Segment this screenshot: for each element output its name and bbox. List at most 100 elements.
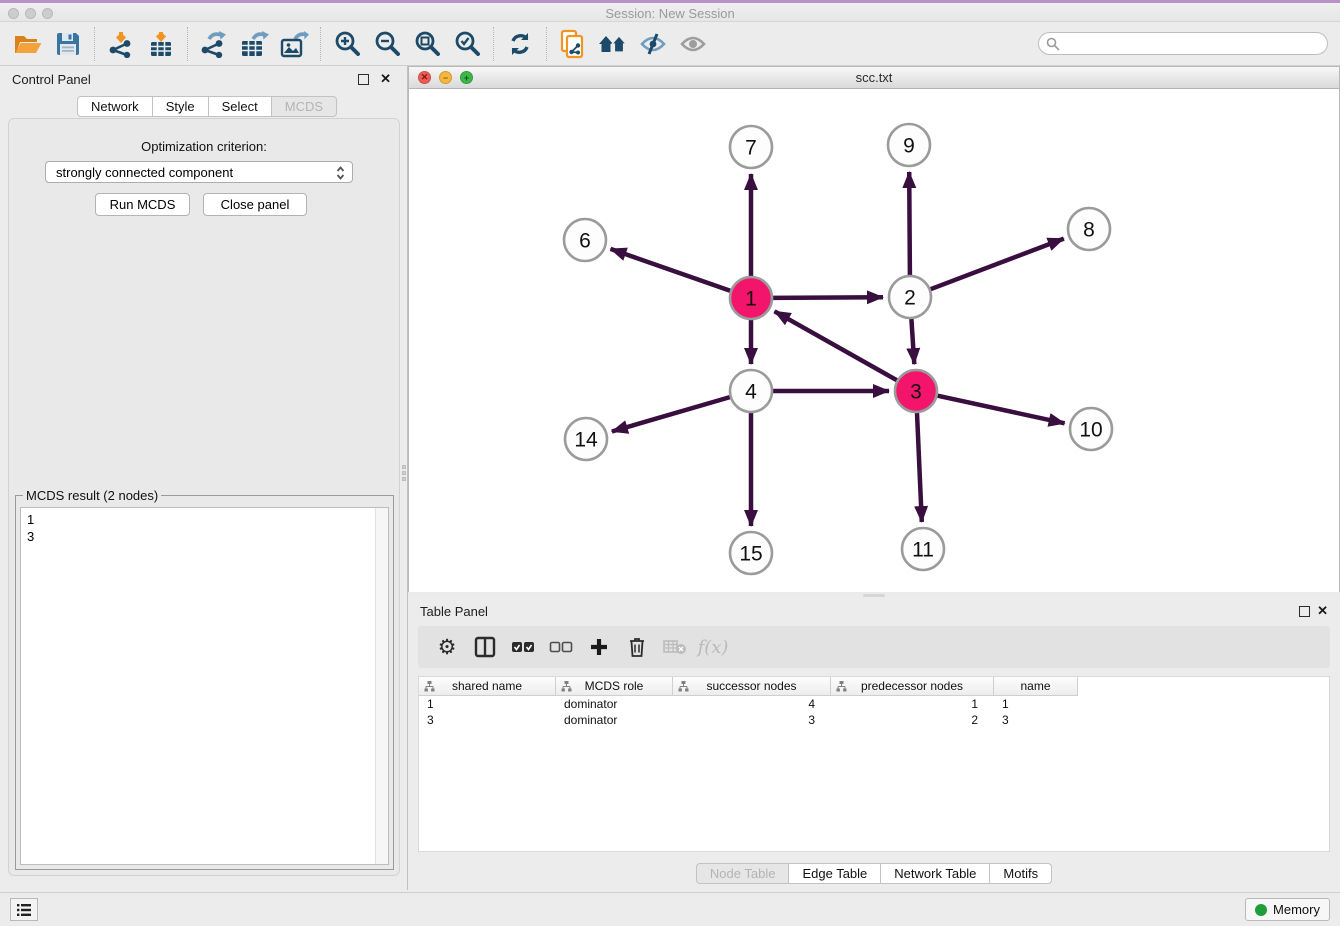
column-header-shared-name[interactable]: shared name <box>419 677 556 696</box>
toolbar-separator <box>546 27 547 61</box>
hide-selected-button[interactable] <box>633 26 673 62</box>
graph-edge-3-10[interactable] <box>938 396 1065 424</box>
zoom-in-button[interactable] <box>327 26 367 62</box>
unselect-all-columns-button[interactable] <box>544 630 578 664</box>
table-settings-button[interactable]: ⚙ <box>430 630 464 664</box>
graph-node-2[interactable]: 2 <box>889 276 931 318</box>
graph-node-4[interactable]: 4 <box>730 370 772 412</box>
import-network-button[interactable] <box>101 26 141 62</box>
graph-edge-3-11[interactable] <box>917 413 922 522</box>
refresh-icon <box>506 30 534 58</box>
table-toolbar: ⚙ <box>418 626 1330 668</box>
checked-boxes-icon <box>511 639 535 655</box>
control-panel-float-button[interactable] <box>358 74 369 85</box>
zoom-selected-button[interactable] <box>447 26 487 62</box>
graph-node-3[interactable]: 3 <box>895 370 937 412</box>
status-bar: Memory <box>0 892 1340 926</box>
export-table-button[interactable] <box>234 26 274 62</box>
control-panel-close-button[interactable]: ✕ <box>380 71 391 87</box>
table-cell[interactable]: 2 <box>831 712 994 728</box>
column-header-successor-nodes[interactable]: successor nodes <box>673 677 831 696</box>
table-row[interactable]: 1dominator411 <box>419 696 1329 712</box>
toolbar-separator <box>94 27 95 61</box>
vertical-splitter-handle[interactable] <box>400 460 408 486</box>
delete-table-icon <box>663 638 687 656</box>
select-all-columns-button[interactable] <box>506 630 540 664</box>
run-mcds-button[interactable]: Run MCDS <box>95 193 190 216</box>
graph-edge-2-3[interactable] <box>911 319 914 364</box>
close-panel-button[interactable]: Close panel <box>203 193 307 216</box>
column-header-name[interactable]: name <box>994 677 1078 696</box>
table-cell[interactable]: 1 <box>831 696 994 712</box>
graph-edge-3-1[interactable] <box>775 311 897 380</box>
tab-select[interactable]: Select <box>209 96 272 117</box>
graph-node-10[interactable]: 10 <box>1070 408 1112 450</box>
mcds-result-list[interactable]: 1 3 <box>20 507 389 865</box>
table-cell[interactable]: dominator <box>556 712 673 728</box>
task-history-button[interactable] <box>10 898 38 921</box>
tab-edge-table[interactable]: Edge Table <box>789 863 881 884</box>
graph-node-15[interactable]: 15 <box>730 532 772 574</box>
tab-network[interactable]: Network <box>77 96 153 117</box>
svg-text:11: 11 <box>912 539 934 562</box>
tab-style[interactable]: Style <box>153 96 209 117</box>
graph-node-8[interactable]: 8 <box>1068 208 1110 250</box>
table-panel-float-button[interactable] <box>1299 606 1310 617</box>
graph-node-7[interactable]: 7 <box>730 126 772 168</box>
table-cell[interactable]: 1 <box>994 696 1078 712</box>
svg-text:15: 15 <box>739 543 762 566</box>
tab-mcds[interactable]: MCDS <box>272 96 337 117</box>
refresh-view-button[interactable] <box>500 26 540 62</box>
zoom-fit-button[interactable] <box>407 26 447 62</box>
graph-edge-4-14[interactable] <box>612 397 730 431</box>
table-cell[interactable]: 3 <box>419 712 556 728</box>
delete-columns-button[interactable] <box>620 630 654 664</box>
result-scrollbar[interactable] <box>375 508 388 864</box>
search-input[interactable] <box>1065 36 1315 51</box>
graph-node-11[interactable]: 11 <box>902 528 944 570</box>
function-icon: f(x) <box>698 637 729 658</box>
export-image-button[interactable] <box>274 26 314 62</box>
table-panel-header: Table Panel ✕ <box>408 598 1340 624</box>
tab-motifs[interactable]: Motifs <box>990 863 1052 884</box>
network-canvas[interactable]: 7 9 6 8 1 2 4 3 14 10 15 11 <box>409 89 1339 592</box>
toolbar-separator <box>187 27 188 61</box>
main-toolbar <box>0 22 1340 66</box>
save-session-button[interactable] <box>48 26 88 62</box>
show-all-button[interactable] <box>673 26 713 62</box>
import-table-button[interactable] <box>141 26 181 62</box>
create-column-button[interactable] <box>582 630 616 664</box>
optimization-criterion-select[interactable]: strongly connected component <box>45 161 353 183</box>
table-cell[interactable]: dominator <box>556 696 673 712</box>
svg-text:2: 2 <box>904 287 916 310</box>
table-cell[interactable]: 1 <box>419 696 556 712</box>
table-cell[interactable]: 4 <box>673 696 831 712</box>
graph-edge-2-8[interactable] <box>931 239 1064 290</box>
graph-edge-2-9[interactable] <box>909 172 910 275</box>
open-session-button[interactable] <box>8 26 48 62</box>
network-window-titlebar[interactable]: ✕ − + scc.txt <box>409 67 1339 89</box>
column-header-mcds-role[interactable]: MCDS role <box>556 677 673 696</box>
svg-text:8: 8 <box>1083 219 1095 242</box>
column-header-predecessor-nodes[interactable]: predecessor nodes <box>831 677 994 696</box>
graph-node-14[interactable]: 14 <box>565 418 607 460</box>
network-window-title: scc.txt <box>409 70 1339 85</box>
table-panel-close-button[interactable]: ✕ <box>1317 603 1328 619</box>
new-network-from-selection-button[interactable] <box>553 26 593 62</box>
tab-network-table[interactable]: Network Table <box>881 863 990 884</box>
graph-edge-1-6[interactable] <box>611 249 731 291</box>
memory-button[interactable]: Memory <box>1245 898 1330 921</box>
zoom-out-button[interactable] <box>367 26 407 62</box>
table-row[interactable]: 3dominator323 <box>419 712 1329 728</box>
graph-edge-1-2[interactable] <box>773 297 883 298</box>
tab-node-table[interactable]: Node Table <box>696 863 790 884</box>
graph-node-9[interactable]: 9 <box>888 124 930 166</box>
graph-node-6[interactable]: 6 <box>564 219 606 261</box>
table-cell[interactable]: 3 <box>673 712 831 728</box>
graph-node-1[interactable]: 1 <box>730 277 772 319</box>
apply-layout-button[interactable] <box>593 26 633 62</box>
show-column-button[interactable] <box>468 630 502 664</box>
table-cell[interactable]: 3 <box>994 712 1078 728</box>
column-tree-icon <box>678 681 689 692</box>
export-network-button[interactable] <box>194 26 234 62</box>
